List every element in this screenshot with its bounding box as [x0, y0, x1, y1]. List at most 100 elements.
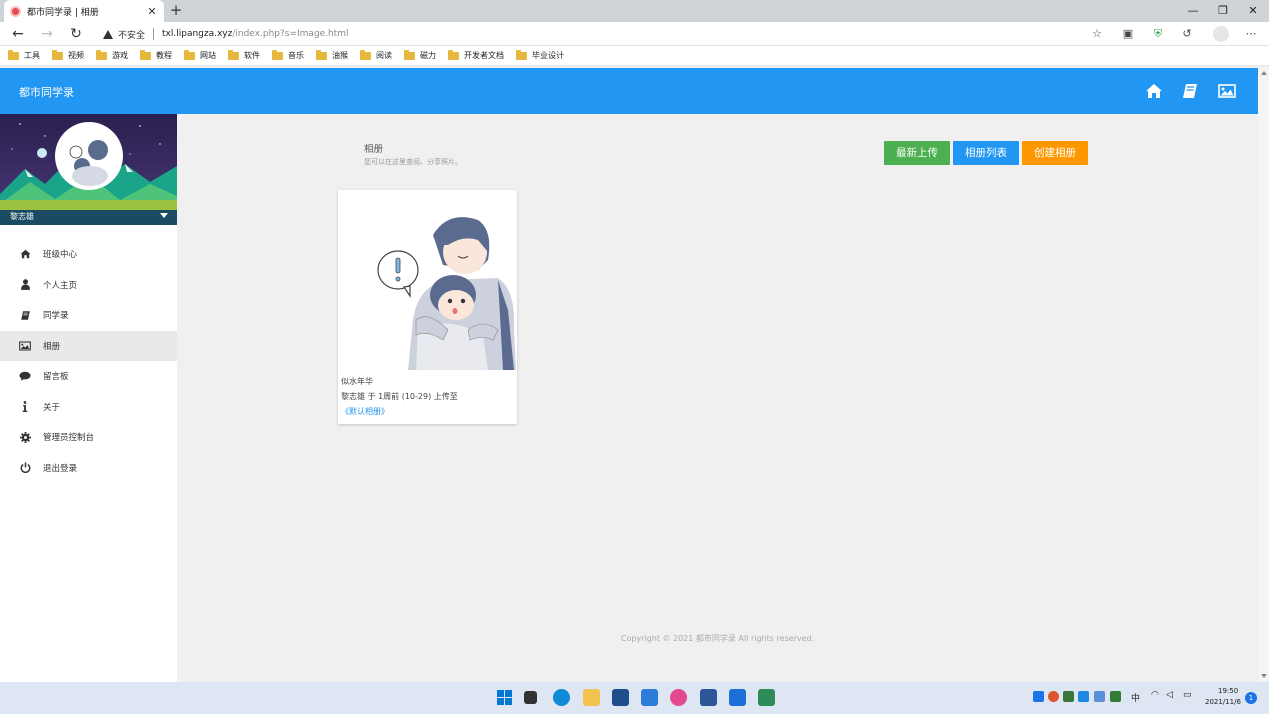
sidebar-item-logout[interactable]: 退出登录: [0, 453, 177, 484]
app-icon-2[interactable]: [758, 689, 775, 706]
profile-banner: 黎志雄: [0, 114, 177, 225]
sidebar-item-profile[interactable]: 个人主页: [0, 270, 177, 301]
bookmark-folder[interactable]: 音乐: [272, 49, 304, 61]
shield-extension-icon[interactable]: ⛨: [1150, 26, 1166, 42]
forward-button[interactable]: →: [38, 25, 56, 43]
ime-indicator[interactable]: 中: [1131, 691, 1140, 704]
insecure-label: 不安全: [118, 30, 146, 41]
chevron-down-icon[interactable]: [160, 213, 168, 218]
folder-icon: [8, 49, 19, 60]
close-window-button[interactable]: ✕: [1238, 2, 1268, 20]
bookmark-folder[interactable]: 视频: [52, 49, 84, 61]
store-icon[interactable]: [612, 689, 629, 706]
tray-nvidia-icon[interactable]: [1063, 691, 1074, 702]
sync-icon[interactable]: ↺: [1179, 26, 1195, 42]
bookmark-folder[interactable]: 开发者文档: [448, 49, 504, 61]
tray-app-icon-3[interactable]: [1110, 691, 1121, 702]
site-favicon-icon: [10, 5, 21, 17]
sidebar-item-label: 退出登录: [43, 463, 78, 474]
book-icon: [19, 309, 31, 321]
tab-title: 都市同学录 | 相册: [27, 7, 99, 18]
sidebar-item-label: 同学录: [43, 311, 69, 322]
volume-icon[interactable]: ◁: [1166, 690, 1173, 700]
more-menu-icon[interactable]: ⋯: [1243, 26, 1259, 42]
vscode-icon[interactable]: [641, 689, 658, 706]
home-icon: [19, 248, 31, 260]
page-scrollbar[interactable]: [1258, 68, 1269, 682]
new-tab-button[interactable]: +: [167, 2, 185, 20]
clock-date[interactable]: 2021/11/6: [1205, 698, 1241, 706]
minimize-button[interactable]: —: [1178, 2, 1208, 20]
tab-close-icon[interactable]: ✕: [146, 5, 158, 18]
sidebar-item-classmates[interactable]: 同学录: [0, 300, 177, 331]
edge-browser-icon[interactable]: [553, 689, 570, 706]
file-explorer-icon[interactable]: [583, 689, 600, 706]
bookmark-folder[interactable]: 工具: [8, 49, 40, 61]
sidebar-item-admin-console[interactable]: 管理员控制台: [0, 422, 177, 453]
bookmark-folder[interactable]: 毕业设计: [516, 49, 564, 61]
sidebar-item-label: 管理员控制台: [43, 433, 95, 444]
profile-avatar[interactable]: [1213, 26, 1229, 42]
folder-icon: [52, 49, 63, 60]
bookmark-folder[interactable]: 网站: [184, 49, 216, 61]
folder-icon: [272, 49, 283, 60]
folder-icon: [316, 49, 327, 60]
sidebar-item-label: 相册: [43, 341, 61, 352]
word-icon[interactable]: [700, 689, 717, 706]
bookmark-folder[interactable]: 教程: [140, 49, 172, 61]
bookmark-folder[interactable]: 磁力: [404, 49, 436, 61]
sidebar-item-album[interactable]: 相册: [0, 330, 177, 361]
battery-icon[interactable]: ▭: [1183, 690, 1192, 700]
wifi-icon[interactable]: ◠: [1151, 690, 1159, 700]
warning-icon: [103, 29, 113, 39]
latest-uploads-button[interactable]: 最新上传: [884, 141, 950, 165]
scroll-down-icon[interactable]: [1261, 674, 1267, 678]
sidebar-item-about[interactable]: 关于: [0, 392, 177, 423]
album-list-button[interactable]: 相册列表: [953, 141, 1019, 165]
main-content: 相册 您可以在这里查阅、分享照片。 最新上传 相册列表 创建相册 似水年华 黎志…: [177, 114, 1258, 682]
bookmark-folder[interactable]: 阅读: [360, 49, 392, 61]
photo-card[interactable]: 似水年华 黎志雄 于 1周前 (10-29) 上传至 《默认相册》: [338, 190, 517, 424]
tray-cloud-icon[interactable]: [1078, 691, 1089, 702]
url-bar[interactable]: 不安全 txl.lipangza.xyz /index.php?s=Image.…: [97, 24, 1112, 44]
clock-time[interactable]: 19:50: [1218, 687, 1238, 695]
task-view-icon[interactable]: [524, 691, 537, 704]
notification-badge[interactable]: 1: [1245, 692, 1257, 704]
home-icon[interactable]: [1145, 82, 1163, 100]
windows-start-icon[interactable]: [496, 689, 513, 706]
bookmark-folder[interactable]: 游戏: [96, 49, 128, 61]
back-button[interactable]: ←: [9, 25, 27, 43]
page-title: 相册: [364, 144, 384, 155]
profile-user-name[interactable]: 黎志雄: [10, 211, 34, 222]
url-path: /index.php?s=Image.html: [232, 29, 349, 39]
folder-icon: [184, 49, 195, 60]
brand-title[interactable]: 都市同学录: [19, 84, 74, 100]
collections-icon[interactable]: ▣: [1120, 26, 1136, 42]
address-toolbar: ← → ↻ 不安全 txl.lipangza.xyz /index.php?s=…: [0, 22, 1269, 46]
power-icon: [19, 462, 31, 474]
page-footer: Copyright © 2021 都市同学录 All rights reserv…: [620, 634, 815, 643]
bookmark-folder[interactable]: 油猴: [316, 49, 348, 61]
photo-thumbnail[interactable]: [338, 190, 517, 370]
tray-p-icon[interactable]: [1033, 691, 1044, 702]
favorite-star-icon[interactable]: ☆: [1089, 26, 1105, 42]
tray-app-icon-2[interactable]: [1094, 691, 1105, 702]
scroll-up-icon[interactable]: [1261, 71, 1267, 75]
restore-button[interactable]: ❐: [1208, 2, 1238, 20]
image-icon[interactable]: [1218, 82, 1236, 100]
photo-album-link[interactable]: 《默认相册》: [341, 406, 389, 417]
app-icon[interactable]: [670, 689, 687, 706]
bookmark-folder[interactable]: 软件: [228, 49, 260, 61]
reload-button[interactable]: ↻: [67, 25, 85, 43]
book-icon[interactable]: [1181, 82, 1199, 100]
folder-icon: [140, 49, 151, 60]
tray-app-icon[interactable]: [1048, 691, 1059, 702]
sidebar-item-guestbook[interactable]: 留言板: [0, 361, 177, 392]
sidebar-item-class-center[interactable]: 班级中心: [0, 239, 177, 270]
p-app-icon[interactable]: [729, 689, 746, 706]
create-album-button[interactable]: 创建相册: [1022, 141, 1088, 165]
browser-tab[interactable]: 都市同学录 | 相册 ✕: [4, 0, 164, 22]
sidebar-item-label: 留言板: [43, 372, 69, 383]
bookmarks-bar: 工具 视频 游戏 教程 网站 软件 音乐 油猴 阅读 磁力 开发者文档 毕业设计: [0, 46, 1269, 66]
folder-icon: [228, 49, 239, 60]
